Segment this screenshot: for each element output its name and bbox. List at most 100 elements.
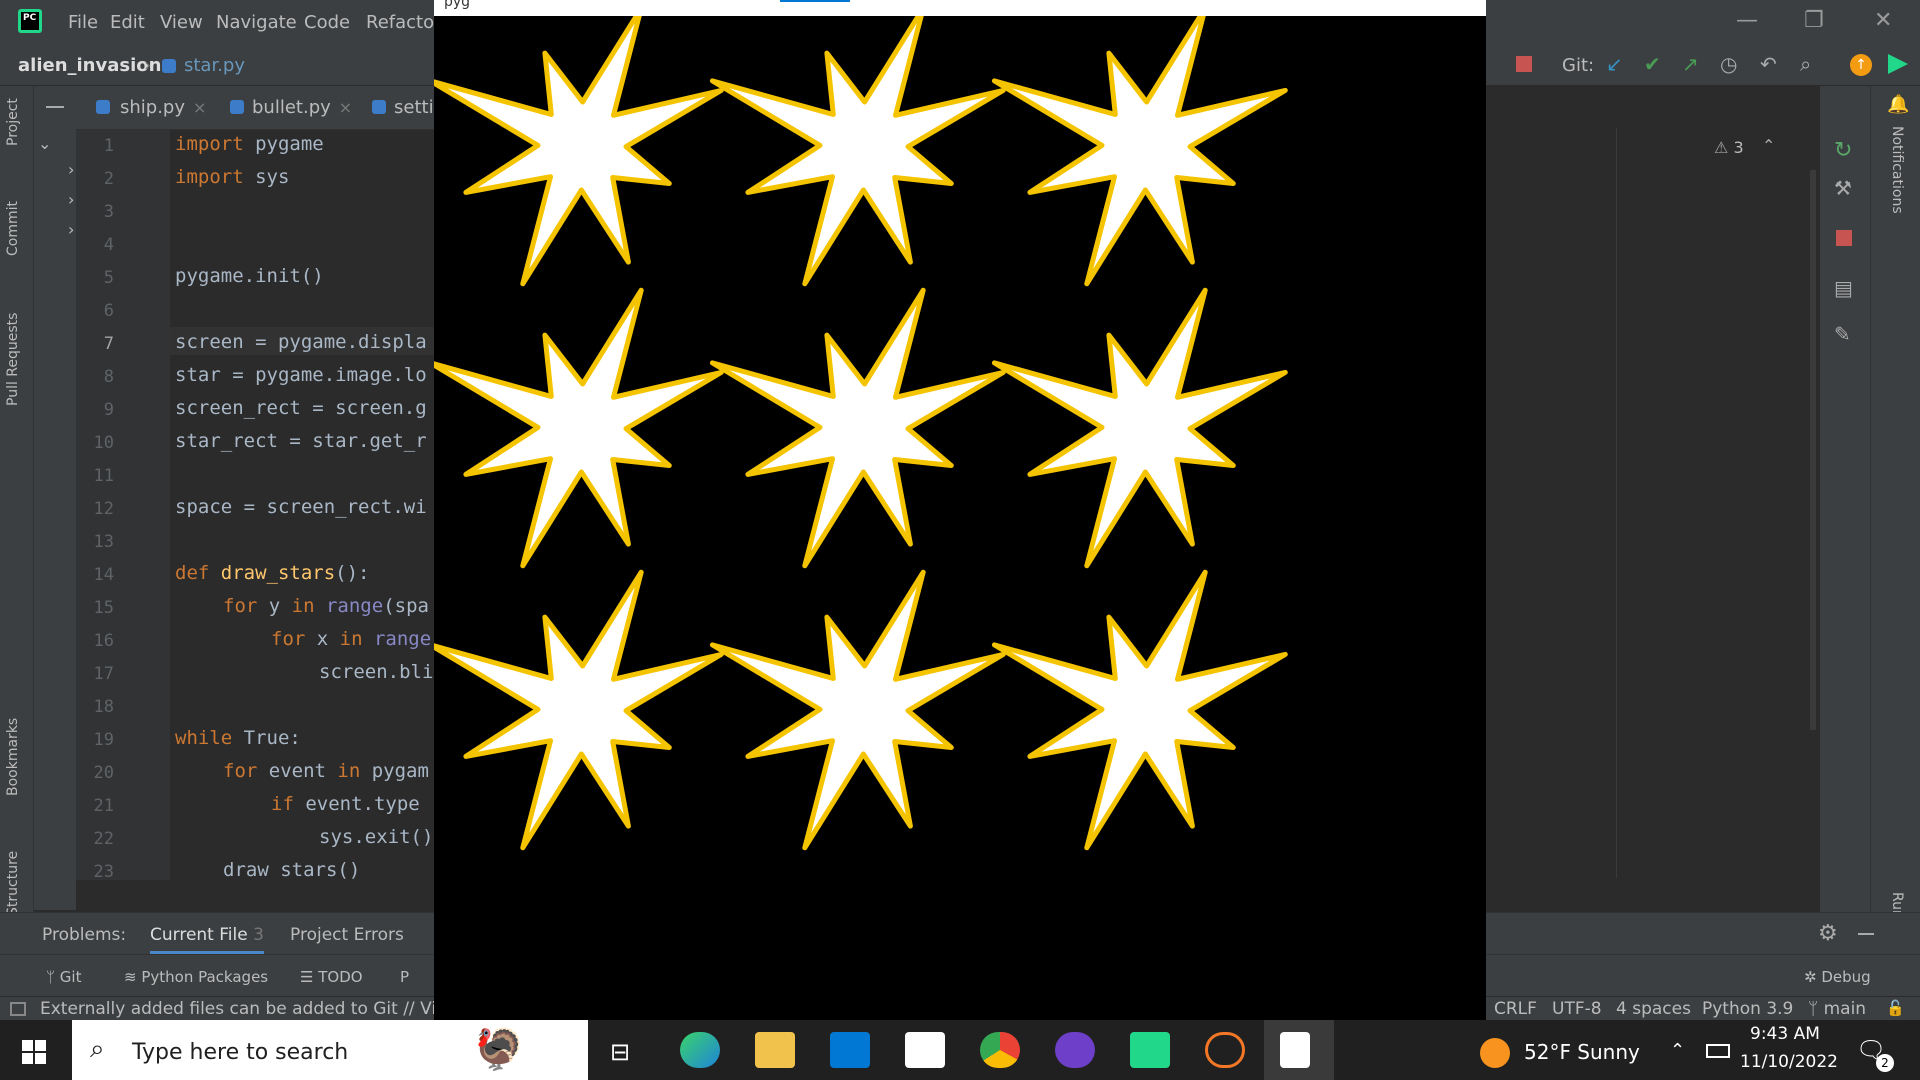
chevron-right-icon[interactable]: ›: [68, 160, 74, 179]
code-line[interactable]: def draw_stars():: [175, 562, 370, 584]
close-button[interactable]: ✕: [1874, 8, 1892, 33]
code-line[interactable]: draw stars(): [223, 859, 360, 881]
warning-counter[interactable]: ⚠ 3: [1714, 138, 1744, 157]
holiday-turkey-icon[interactable]: 🦃: [474, 1026, 524, 1073]
menu-file[interactable]: File: [68, 12, 98, 33]
microsoft-store-icon[interactable]: [830, 1032, 870, 1068]
pygame-window[interactable]: pyg: [434, 0, 1486, 1020]
chevron-down-icon[interactable]: ⌄: [38, 134, 51, 153]
file-encoding[interactable]: UTF-8: [1552, 999, 1602, 1019]
code-line[interactable]: star = pygame.image.lo: [175, 364, 427, 386]
code-line[interactable]: for y in range(spa: [223, 595, 429, 617]
rerun-icon[interactable]: ↻: [1834, 138, 1852, 163]
menu-navigate[interactable]: Navigate: [216, 12, 297, 33]
lock-icon[interactable]: 🔓: [1886, 999, 1905, 1017]
git-tool-button[interactable]: ᛘ Git: [46, 968, 81, 986]
menu-edit[interactable]: Edit: [110, 12, 145, 33]
stop-icon[interactable]: [1516, 56, 1532, 72]
github-desktop-icon[interactable]: [1055, 1032, 1095, 1068]
tab-project-errors[interactable]: Project Errors: [290, 925, 404, 945]
code-line[interactable]: import pygame: [175, 133, 324, 155]
code-line[interactable]: while True:: [175, 727, 301, 749]
code-line[interactable]: import sys: [175, 166, 289, 188]
tab-current-file[interactable]: Current File 3: [150, 925, 264, 954]
chevron-up-icon[interactable]: ⌃: [1762, 136, 1775, 155]
clock-time[interactable]: 9:43 AM: [1750, 1024, 1820, 1044]
notifications-tool-button[interactable]: Notifications: [1889, 126, 1905, 214]
close-tab-icon[interactable]: ×: [193, 98, 206, 117]
code-line[interactable]: screen.bli: [319, 661, 433, 683]
git-branch[interactable]: ᛘ main: [1808, 999, 1866, 1019]
clock-date[interactable]: 11/10/2022: [1740, 1052, 1838, 1072]
todo-tool-button[interactable]: ☰ TODO: [300, 968, 363, 986]
status-message[interactable]: Externally added files can be added to G…: [40, 999, 460, 1019]
code-line[interactable]: star_rect = star.get_r: [175, 430, 427, 452]
hide-icon[interactable]: [1858, 933, 1874, 935]
bookmarks-tool-button[interactable]: Bookmarks: [5, 718, 21, 796]
menu-code[interactable]: Code: [304, 12, 350, 33]
weather-text[interactable]: 52°F Sunny: [1524, 1040, 1640, 1064]
debug-tool-button[interactable]: ✲ Debug: [1804, 968, 1871, 986]
code-line[interactable]: for x in range: [271, 628, 431, 650]
search-icon[interactable]: ⌕: [1800, 52, 1811, 76]
windows-start-icon[interactable]: [22, 1040, 46, 1064]
history-icon[interactable]: ◷: [1720, 52, 1737, 76]
git-commit-icon[interactable]: ✔: [1644, 52, 1661, 76]
menu-view[interactable]: View: [160, 12, 203, 33]
breadcrumb-project[interactable]: alien_invasion: [18, 55, 161, 76]
code-line[interactable]: screen_rect = screen.g: [175, 397, 427, 419]
code-line[interactable]: pygame.init(): [175, 265, 324, 287]
jetbrains-icon[interactable]: [1888, 54, 1908, 74]
game-canvas[interactable]: [434, 16, 1486, 1020]
line-separator[interactable]: CRLF: [1494, 999, 1537, 1019]
tab-ship[interactable]: ship.py ×: [120, 97, 206, 118]
commit-tool-button[interactable]: Commit: [5, 201, 21, 256]
editor-right-area[interactable]: ⚠ 3 ⌃: [1486, 86, 1786, 876]
sun-weather-icon[interactable]: [1480, 1038, 1510, 1068]
git-push-icon[interactable]: ↗: [1682, 52, 1699, 76]
menu-refactor[interactable]: Refactor: [366, 12, 442, 33]
chevron-right-icon[interactable]: ›: [68, 220, 74, 239]
chevron-up-icon[interactable]: ⌃: [1670, 1040, 1685, 1061]
panel-toggle-icon[interactable]: [10, 1002, 26, 1016]
git-update-icon[interactable]: ↙: [1606, 52, 1623, 76]
wrench-icon[interactable]: ⚒: [1834, 176, 1852, 200]
jupyter-icon[interactable]: [1205, 1032, 1245, 1068]
stop-icon[interactable]: [1836, 230, 1852, 246]
minimize-button[interactable]: —: [1736, 8, 1758, 33]
update-icon[interactable]: ↑: [1850, 54, 1872, 76]
battery-icon[interactable]: [1706, 1044, 1730, 1058]
pull-requests-tool-button[interactable]: Pull Requests: [5, 313, 21, 406]
collapse-icon[interactable]: [46, 106, 64, 108]
mail-icon[interactable]: [905, 1032, 945, 1068]
file-explorer-icon[interactable]: [755, 1032, 795, 1068]
restore-button[interactable]: ❐: [1804, 8, 1824, 33]
code-line[interactable]: for event in pygam: [223, 760, 429, 782]
python-console-tool-button[interactable]: P: [400, 968, 409, 986]
bell-icon[interactable]: 🔔: [1887, 94, 1909, 115]
rollback-icon[interactable]: ↶: [1760, 52, 1777, 76]
code-line[interactable]: space = screen_rect.wi: [175, 496, 427, 518]
pycharm-logo-icon[interactable]: PC: [18, 9, 42, 33]
pin-icon[interactable]: ✎: [1834, 322, 1851, 346]
breadcrumb-file[interactable]: star.py: [184, 55, 245, 76]
python-packages-tool-button[interactable]: ≋ Python Packages: [124, 968, 268, 986]
edge-icon[interactable]: [680, 1032, 720, 1068]
structure-tool-button[interactable]: Structure: [5, 851, 21, 916]
task-view-icon[interactable]: ⊟: [610, 1038, 630, 1066]
pycharm-taskbar-icon[interactable]: [1130, 1032, 1170, 1068]
tab-bullet[interactable]: bullet.py ×: [252, 97, 352, 118]
python-interpreter[interactable]: Python 3.9: [1702, 999, 1793, 1019]
code-line[interactable]: if event.type: [271, 793, 420, 815]
chrome-icon[interactable]: [980, 1032, 1020, 1068]
notepad-icon[interactable]: [1280, 1032, 1310, 1068]
code-line[interactable]: sys.exit(): [319, 826, 433, 848]
editor-scrollbar[interactable]: [1810, 170, 1816, 730]
code-line[interactable]: screen = pygame.displa: [175, 331, 427, 353]
gear-icon[interactable]: ⚙: [1818, 921, 1838, 946]
indent-setting[interactable]: 4 spaces: [1616, 999, 1691, 1019]
close-tab-icon[interactable]: ×: [339, 98, 352, 117]
chevron-right-icon[interactable]: ›: [68, 190, 74, 209]
project-tool-button[interactable]: Project: [5, 98, 21, 146]
layout-icon[interactable]: ▤: [1834, 276, 1853, 300]
